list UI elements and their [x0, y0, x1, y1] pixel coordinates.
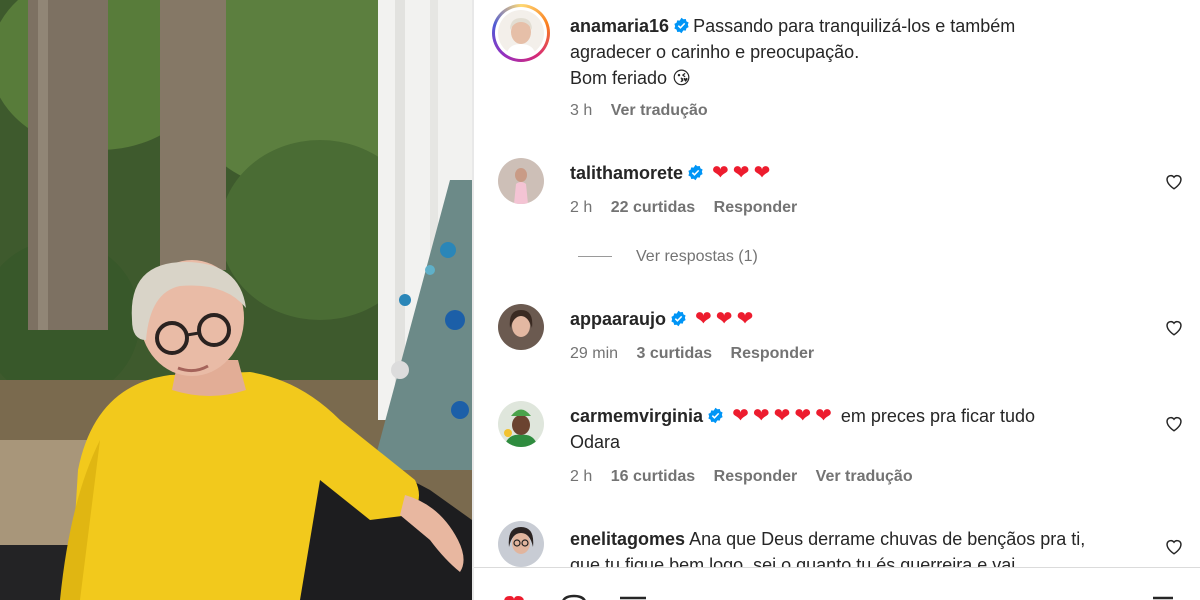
- verified-badge-icon: [688, 164, 703, 181]
- post-caption: anamaria16 Passando para tranquilizá-los …: [570, 13, 1130, 91]
- comment-text-line-2: Odara: [570, 432, 621, 452]
- comment-appaaraujo: appaaraujo ❤❤❤: [570, 306, 1130, 332]
- replies-divider: [578, 256, 612, 258]
- comment-username[interactable]: enelitagomes: [570, 529, 685, 549]
- comment-time: 2 h: [570, 468, 593, 485]
- view-replies[interactable]: Ver respostas (1): [578, 248, 758, 266]
- like-post-icon[interactable]: [498, 594, 530, 600]
- comments-panel: anamaria16 Passando para tranquilizá-los …: [474, 0, 1200, 600]
- comment-meta: 2 h 22 curtidas Responder: [570, 199, 811, 217]
- heart-outline-icon[interactable]: [1164, 172, 1184, 190]
- reply-link[interactable]: Responder: [714, 468, 798, 485]
- verified-badge-icon: [674, 17, 689, 34]
- post-meta: 3 h Ver tradução: [570, 102, 722, 120]
- avatar-appaaraujo[interactable]: [498, 304, 544, 350]
- heart-outline-icon[interactable]: [1164, 414, 1184, 432]
- comment-text-line-1: em preces pra ficar tudo: [840, 406, 1035, 426]
- scene-illustration: [0, 0, 472, 600]
- share-icon[interactable]: [618, 594, 648, 600]
- translate-link[interactable]: Ver tradução: [611, 102, 708, 119]
- translate-link[interactable]: Ver tradução: [816, 468, 913, 485]
- video-frame-photo: [0, 0, 472, 600]
- avatar-carmemvirginia[interactable]: [498, 401, 544, 447]
- comment-meta: 29 min 3 curtidas Responder: [570, 345, 828, 363]
- caption-line-3: Bom feriado: [570, 68, 668, 88]
- save-icon[interactable]: [1150, 594, 1176, 600]
- verified-badge-icon: [708, 407, 723, 424]
- verified-badge-icon: [671, 310, 686, 327]
- post-username[interactable]: anamaria16: [570, 16, 669, 36]
- hearts-emoji: ❤❤❤: [712, 162, 775, 184]
- kiss-emoji: 😘: [672, 68, 691, 88]
- avatar-enelitagomes[interactable]: [498, 521, 544, 567]
- likes-count[interactable]: 16 curtidas: [611, 468, 695, 485]
- caption-line-1: Passando para tranquilizá-los e também: [693, 16, 1016, 36]
- comment-time: 29 min: [570, 345, 619, 362]
- comment-time: 2 h: [570, 199, 593, 216]
- post-time: 3 h: [570, 102, 593, 119]
- heart-outline-icon[interactable]: [1164, 318, 1184, 336]
- view-replies-label[interactable]: Ver respostas (1): [636, 248, 758, 265]
- hearts-emoji: ❤❤❤❤❤: [732, 405, 836, 427]
- comment-username[interactable]: carmemvirginia: [570, 406, 703, 426]
- hearts-emoji: ❤❤❤: [695, 308, 758, 330]
- likes-count[interactable]: 22 curtidas: [611, 199, 695, 216]
- heart-outline-icon[interactable]: [1164, 537, 1184, 555]
- reply-link[interactable]: Responder: [731, 345, 815, 362]
- comment-username[interactable]: talithamorete: [570, 163, 683, 183]
- likes-count[interactable]: 3 curtidas: [636, 345, 712, 362]
- action-bar: [474, 567, 1200, 600]
- comment-text-line-1: Ana que Deus derrame chuvas de bençãos p…: [689, 529, 1086, 549]
- story-ring-avatar[interactable]: [492, 4, 550, 62]
- comment-username[interactable]: appaaraujo: [570, 309, 666, 329]
- reply-link[interactable]: Responder: [714, 199, 798, 216]
- avatar: [498, 10, 544, 56]
- comment-icon[interactable]: [560, 594, 588, 600]
- avatar-talithamorete[interactable]: [498, 158, 544, 204]
- comment-meta: 2 h 16 curtidas Responder Ver tradução: [570, 468, 927, 486]
- comment-carmemvirginia: carmemvirginia ❤❤❤❤❤ em preces pra ficar…: [570, 403, 1130, 455]
- comment-talithamorete: talithamorete ❤❤❤: [570, 160, 1130, 186]
- caption-line-2: agradecer o carinho e preocupação.: [570, 42, 860, 62]
